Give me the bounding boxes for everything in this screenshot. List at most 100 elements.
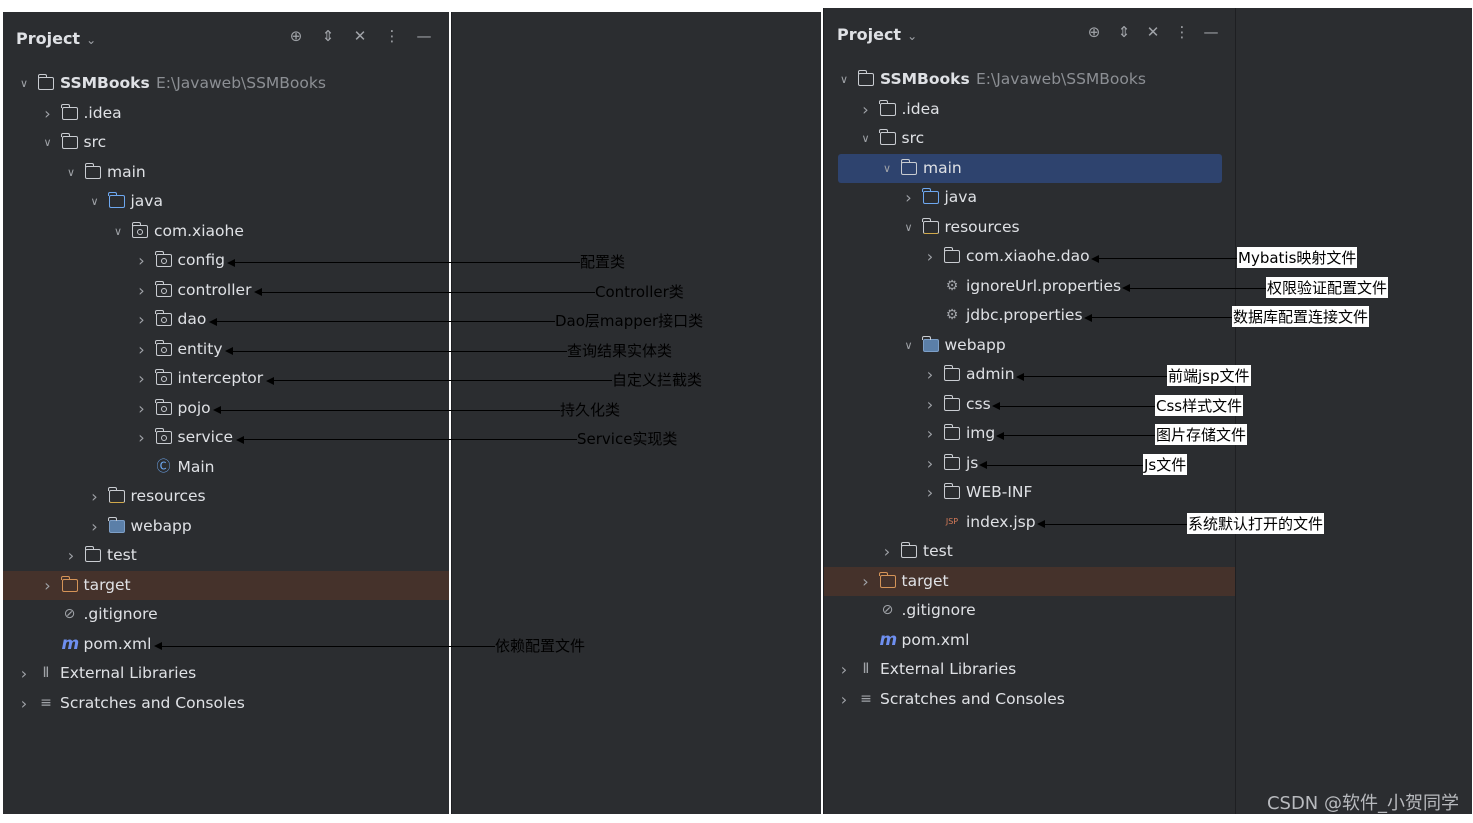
tree-item-gitignore[interactable]: ⊘ .gitignore [3,600,449,629]
tree-item-idea[interactable]: › .idea [824,95,1235,124]
expand-all-icon[interactable]: ⇕ [1115,23,1133,41]
tree-item-scratches-and-consoles[interactable]: › ≡ Scratches and Consoles [824,685,1235,714]
tree-item-ssmbooks[interactable]: ∨ SSMBooks E:\Javaweb\SSMBooks [824,65,1235,94]
chevron-right-icon[interactable]: › [136,394,148,423]
tree-item-controller[interactable]: › controller [3,276,449,305]
tree-item-java[interactable]: › java [824,183,1235,212]
collapse-all-icon[interactable]: ✕ [351,27,369,45]
tree-item-label: ignoreUrl.properties [966,276,1122,295]
chevron-down-icon[interactable]: ∨ [838,65,850,94]
annotation-arrow [985,464,1143,466]
tree-item-webapp[interactable]: ∨ webapp [824,331,1235,360]
chevron-right-icon[interactable]: › [136,335,148,364]
tree-item-label: interceptor [177,369,264,387]
chevron-right-icon[interactable]: › [924,360,936,389]
arrowhead-icon [213,406,221,414]
chevron-right-icon[interactable]: › [860,567,872,596]
tree-item-target[interactable]: › target [824,566,1235,596]
scratches-icon: ≡ [860,690,872,707]
chevron-right-icon[interactable]: › [136,246,148,275]
chevron-right-icon[interactable]: › [838,685,850,714]
chevron-right-icon[interactable]: › [924,390,936,419]
tree-item-ssmbooks[interactable]: ∨ SSMBooks E:\Javaweb\SSMBooks [3,69,449,98]
chevron-down-icon[interactable]: ∨ [112,217,124,246]
chevron-right-icon[interactable]: › [42,571,54,600]
tree-item-java[interactable]: ∨ java [3,187,449,216]
chevron-right-icon[interactable]: › [42,99,54,128]
tree-item-main[interactable]: ∨ main [3,158,449,187]
tree-item-webapp[interactable]: › webapp [3,512,449,541]
expand-all-icon[interactable]: ⇕ [319,27,337,45]
tree-item-idea[interactable]: › .idea [3,99,449,128]
chevron-right-icon[interactable]: › [18,659,30,688]
hide-icon[interactable]: — [415,27,433,45]
tree-item-test[interactable]: › test [824,537,1235,566]
chevron-right-icon[interactable]: › [18,689,30,718]
web-folder-icon [922,335,939,352]
chevron-down-icon[interactable]: ∨ [42,128,54,157]
tree-item-service[interactable]: › service [3,423,449,452]
tree-item-external-libraries[interactable]: › Ⅱ External Libraries [3,659,449,688]
chevron-down-icon[interactable]: ∨ [903,213,915,242]
chevron-right-icon[interactable]: › [136,423,148,452]
chevron-down-icon[interactable]: ∨ [18,69,30,98]
chevron-right-icon[interactable]: › [881,537,893,566]
tree-item-src[interactable]: ∨ src [3,128,449,157]
tree-item-resources[interactable]: ∨ resources [824,213,1235,242]
annotation-label: 查询结果实体类 [567,341,673,360]
hide-icon[interactable]: — [1202,23,1220,41]
maven-icon: m [61,633,80,654]
tree-item-scratches-and-consoles[interactable]: › ≡ Scratches and Consoles [3,689,449,718]
arrowhead-icon [225,347,233,355]
chevron-right-icon[interactable]: › [89,512,101,541]
tree-item-test[interactable]: › test [3,541,449,570]
tree-item-pom-xml[interactable]: m pom.xml [3,630,449,659]
chevron-down-icon[interactable]: ∨ [903,331,915,360]
chevron-right-icon[interactable]: › [89,482,101,511]
locate-icon[interactable]: ⊕ [287,27,305,45]
tree-item-pojo[interactable]: › pojo [3,394,449,423]
chevron-right-icon[interactable]: › [860,95,872,124]
tree-item-label: src [83,133,107,151]
tree-item-gitignore[interactable]: ⊘ .gitignore [824,596,1235,625]
tree-item-src[interactable]: ∨ src [824,124,1235,153]
chevron-down-icon[interactable]: ∨ [65,158,77,187]
chevron-right-icon[interactable]: › [924,419,936,448]
package-icon [155,398,172,415]
options-icon[interactable]: ⋮ [383,27,401,45]
chevron-right-icon[interactable]: › [924,242,936,271]
chevron-right-icon[interactable]: › [136,364,148,393]
project-view-dropdown[interactable]: Project ⌄ [837,25,917,44]
tree-item-external-libraries[interactable]: › Ⅱ External Libraries [824,655,1235,684]
locate-icon[interactable]: ⊕ [1085,23,1103,41]
chevron-right-icon[interactable]: › [65,541,77,570]
project-view-dropdown[interactable]: Project ⌄ [16,29,96,48]
tree-item-interceptor[interactable]: › interceptor [3,364,449,393]
tree-item-dao[interactable]: › dao [3,305,449,334]
tree-item-com-xiaohe[interactable]: ∨ com.xiaohe [3,217,449,246]
tree-item-target[interactable]: › target [3,570,449,600]
tree-item-com-xiaohe-dao[interactable]: › com.xiaohe.dao [824,242,1235,271]
chevron-right-icon[interactable]: › [924,478,936,507]
chevron-right-icon[interactable]: › [903,183,915,212]
chevron-right-icon[interactable]: › [136,305,148,334]
chevron-down-icon[interactable]: ∨ [860,124,872,153]
chevron-right-icon[interactable]: › [924,449,936,478]
chevron-down-icon[interactable]: ∨ [881,154,893,183]
tree-item-jdbc-properties[interactable]: ⚙ jdbc.properties [824,301,1235,330]
tree-item-config[interactable]: › config [3,246,449,275]
tree-item-label: dao [177,310,207,328]
chevron-right-icon[interactable]: › [136,276,148,305]
tree-item-main[interactable]: Ⓒ Main [3,453,449,482]
tree-item-ignoreurl-properties[interactable]: ⚙ ignoreUrl.properties [824,272,1235,301]
tree-item-pom-xml[interactable]: m pom.xml [824,626,1235,655]
chevron-right-icon[interactable]: › [838,655,850,684]
tree-item-index-jsp[interactable]: JSP index.jsp [824,508,1235,537]
options-icon[interactable]: ⋮ [1173,23,1191,41]
folder-icon [943,424,960,440]
tree-item-resources[interactable]: › resources [3,482,449,511]
tree-item-web-inf[interactable]: › WEB-INF [824,478,1235,507]
tree-item-main[interactable]: ∨ main [838,153,1222,183]
collapse-all-icon[interactable]: ✕ [1144,23,1162,41]
chevron-down-icon[interactable]: ∨ [89,187,101,216]
